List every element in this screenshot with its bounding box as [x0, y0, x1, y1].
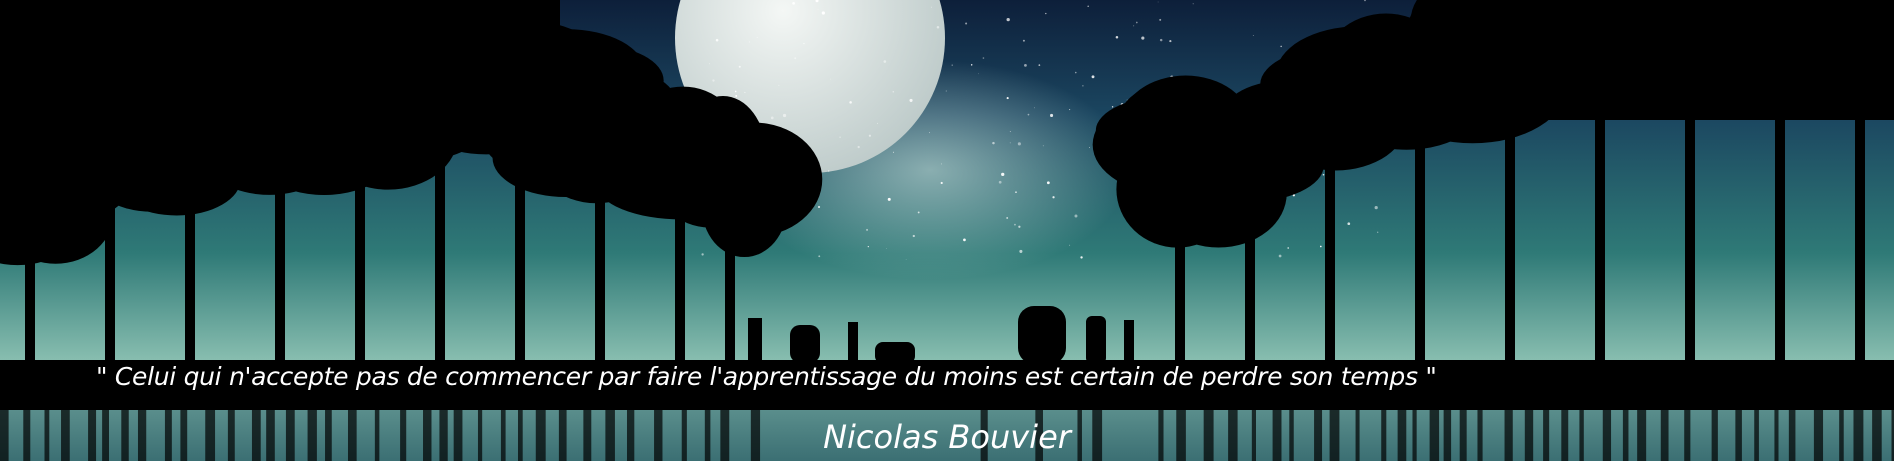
- quote-banner: " Celui qui n'accepte pas de commencer p…: [0, 0, 1894, 461]
- quote-author: Nicolas Bouvier: [823, 418, 1071, 456]
- night-landscape-illustration: [0, 0, 1894, 461]
- character-silhouettes: [748, 306, 1134, 364]
- quote-text: " Celui qui n'accepte pas de commencer p…: [96, 362, 1437, 391]
